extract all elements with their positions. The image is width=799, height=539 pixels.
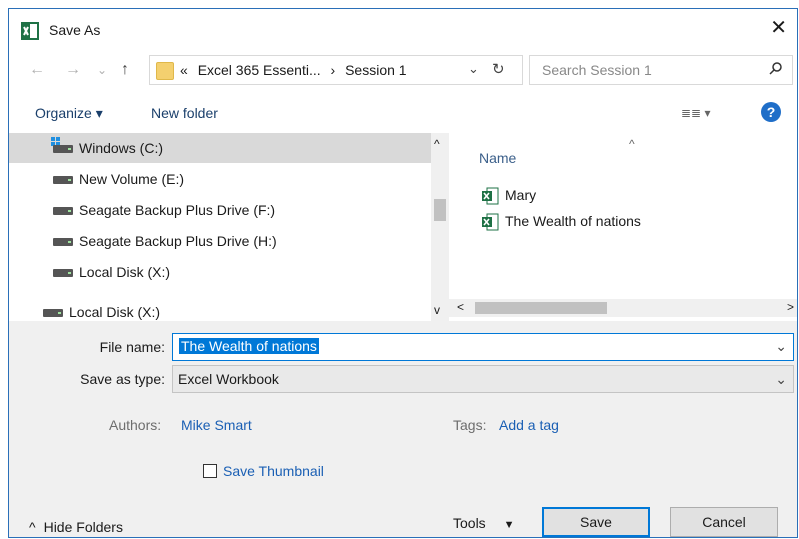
save-as-dialog: Save As ✕ ← → ⌄ ↑ « Excel 365 Essenti...… xyxy=(8,8,798,538)
dialog-title: Save As xyxy=(49,22,101,38)
chevron-up-icon: ^ xyxy=(29,519,36,535)
drive-icon xyxy=(43,309,63,317)
navigation-pane-scrollbar[interactable]: ^ v xyxy=(431,133,449,321)
tree-item-label: Seagate Backup Plus Drive (F:) xyxy=(79,202,276,218)
file-list-scrollbar[interactable]: < > xyxy=(449,299,797,317)
chevron-down-icon[interactable]: ⌄ xyxy=(775,338,787,355)
save-as-type-label: Save as type: xyxy=(80,371,165,387)
tools-label: Tools xyxy=(453,515,486,531)
back-icon[interactable]: ← xyxy=(29,61,45,79)
up-folder-icon[interactable]: ↑ xyxy=(121,61,129,79)
excel-app-icon xyxy=(21,22,39,40)
search-box[interactable]: Search Session 1 xyxy=(529,55,793,85)
file-name-label: File name: xyxy=(99,339,165,355)
folder-icon xyxy=(156,62,174,80)
forward-icon[interactable]: → xyxy=(65,61,81,79)
new-folder-button[interactable]: New folder xyxy=(151,105,218,121)
drive-icon xyxy=(53,238,73,246)
drive-icon xyxy=(53,207,73,215)
breadcrumb-item-excel365[interactable]: Excel 365 Essenti... xyxy=(198,62,321,78)
tree-item-label: Seagate Backup Plus Drive (H:) xyxy=(79,233,277,249)
authors-field[interactable]: Mike Smart xyxy=(181,417,252,433)
close-icon[interactable]: ✕ xyxy=(770,18,787,38)
cancel-button[interactable]: Cancel xyxy=(670,507,778,537)
scroll-right-icon[interactable]: > xyxy=(787,300,794,314)
drive-icon xyxy=(53,145,73,153)
list-item-mary[interactable]: Mary xyxy=(481,185,781,207)
tree-item-seagate-h[interactable]: Seagate Backup Plus Drive (H:) xyxy=(9,226,431,256)
tools-menu-button[interactable]: Tools ▼ xyxy=(453,515,514,531)
scroll-down-icon[interactable]: v xyxy=(434,303,440,317)
drive-icon xyxy=(53,176,73,184)
recent-locations-icon[interactable]: ⌄ xyxy=(97,63,107,77)
chevron-down-icon[interactable]: ⌄ xyxy=(775,371,787,388)
tree-item-label: Local Disk (X:) xyxy=(79,264,171,280)
authors-label: Authors: xyxy=(109,417,162,433)
scroll-thumb[interactable] xyxy=(434,199,446,221)
help-icon[interactable]: ? xyxy=(761,102,781,122)
scroll-left-icon[interactable]: < xyxy=(457,300,464,314)
scroll-thumb[interactable] xyxy=(475,302,607,314)
file-name: Mary xyxy=(505,187,537,203)
list-item-wealth-of-nations[interactable]: The Wealth of nations xyxy=(481,211,781,233)
breadcrumb-overflow[interactable]: « xyxy=(180,62,188,78)
tags-label: Tags: xyxy=(453,417,487,433)
file-name-value[interactable]: The Wealth of nations xyxy=(179,338,319,354)
drive-icon xyxy=(53,269,73,277)
tree-item-seagate-f[interactable]: Seagate Backup Plus Drive (F:) xyxy=(9,195,431,225)
tree-item-label: New Volume (E:) xyxy=(79,171,185,187)
address-dropdown-icon[interactable]: ⌄ xyxy=(468,61,479,77)
change-view-icon[interactable]: ≣≣ ▾ xyxy=(681,106,710,120)
save-thumbnail-label[interactable]: Save Thumbnail xyxy=(223,463,324,479)
organize-button[interactable]: Organize ▾ xyxy=(35,105,103,122)
column-header-name[interactable]: Name xyxy=(479,150,516,166)
tree-item-volume-e[interactable]: New Volume (E:) xyxy=(9,164,431,194)
command-bar: Organize ▾ New folder ≣≣ ▾ ? xyxy=(9,93,797,131)
dropdown-arrow-icon: ▼ xyxy=(503,519,515,531)
file-list: ^ Name Mary The Wealth of nations xyxy=(449,133,797,321)
title-bar: Save As ✕ xyxy=(9,9,797,49)
save-as-type-value: Excel Workbook xyxy=(178,371,279,387)
save-as-type-select[interactable]: Excel Workbook ⌄ xyxy=(172,365,794,393)
breadcrumb-item-session1[interactable]: Session 1 xyxy=(345,62,406,78)
sort-ascending-icon: ^ xyxy=(629,137,635,151)
tree-item-local-disk-x[interactable]: Local Disk (X:) xyxy=(9,257,431,287)
tree-item-label: Windows (C:) xyxy=(79,140,164,156)
tags-field[interactable]: Add a tag xyxy=(499,417,559,433)
hide-folders-button[interactable]: ^ Hide Folders xyxy=(29,519,123,535)
address-bar[interactable]: « Excel 365 Essenti... › Session 1 ⌄ ↻ xyxy=(149,55,523,85)
navigation-pane: Windows (C:) New Volume (E:) Seagate Bac… xyxy=(9,133,431,321)
navigation-bar: ← → ⌄ ↑ « Excel 365 Essenti... › Session… xyxy=(9,55,797,87)
refresh-icon[interactable]: ↻ xyxy=(492,60,505,78)
save-button[interactable]: Save xyxy=(542,507,650,537)
hide-folders-label: Hide Folders xyxy=(43,519,123,535)
excel-file-icon xyxy=(482,213,499,231)
breadcrumb: « Excel 365 Essenti... › Session 1 xyxy=(180,62,413,78)
scroll-up-icon[interactable]: ^ xyxy=(434,137,440,151)
search-input[interactable]: Search Session 1 xyxy=(542,62,652,78)
file-name-field[interactable]: The Wealth of nations ⌄ xyxy=(172,333,794,361)
breadcrumb-separator[interactable]: › xyxy=(331,62,336,78)
save-thumbnail-checkbox[interactable] xyxy=(203,464,217,478)
tree-item-label: Local Disk (X:) xyxy=(69,304,161,320)
save-options-panel: File name: The Wealth of nations ⌄ Save … xyxy=(9,321,797,537)
file-name: The Wealth of nations xyxy=(505,213,641,229)
search-icon[interactable] xyxy=(768,61,784,77)
excel-file-icon xyxy=(482,187,499,205)
tree-item-windows-c[interactable]: Windows (C:) xyxy=(9,133,431,163)
